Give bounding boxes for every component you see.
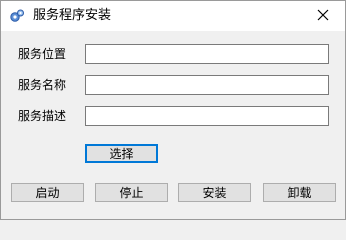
service-location-label: 服务位置 (18, 47, 67, 61)
start-button-label: 启动 (35, 186, 60, 200)
stop-button[interactable]: 停止 (95, 183, 168, 202)
start-button[interactable]: 启动 (11, 183, 84, 202)
browse-button-label: 选择 (109, 147, 134, 161)
close-button[interactable] (301, 1, 345, 31)
close-icon (317, 9, 329, 24)
install-button-label: 安装 (202, 186, 227, 200)
service-name-label: 服务名称 (18, 78, 67, 92)
stop-button-label: 停止 (119, 186, 144, 200)
service-name-input[interactable] (85, 75, 329, 95)
gears-icon (9, 8, 25, 24)
uninstall-button-label: 卸载 (287, 186, 312, 200)
service-description-label: 服务描述 (18, 109, 67, 123)
window-title: 服务程序安装 (33, 8, 112, 23)
browse-button[interactable]: 选择 (85, 144, 158, 163)
dialog-window: 服务程序安装 服务位置 服务名称 服务描述 选择 启动 停止 安装 卸载 (0, 0, 346, 220)
title-bar[interactable]: 服务程序安装 (1, 1, 345, 31)
install-button[interactable]: 安装 (178, 183, 251, 202)
uninstall-button[interactable]: 卸载 (263, 183, 336, 202)
service-description-input[interactable] (85, 106, 329, 126)
service-location-input[interactable] (85, 44, 329, 64)
